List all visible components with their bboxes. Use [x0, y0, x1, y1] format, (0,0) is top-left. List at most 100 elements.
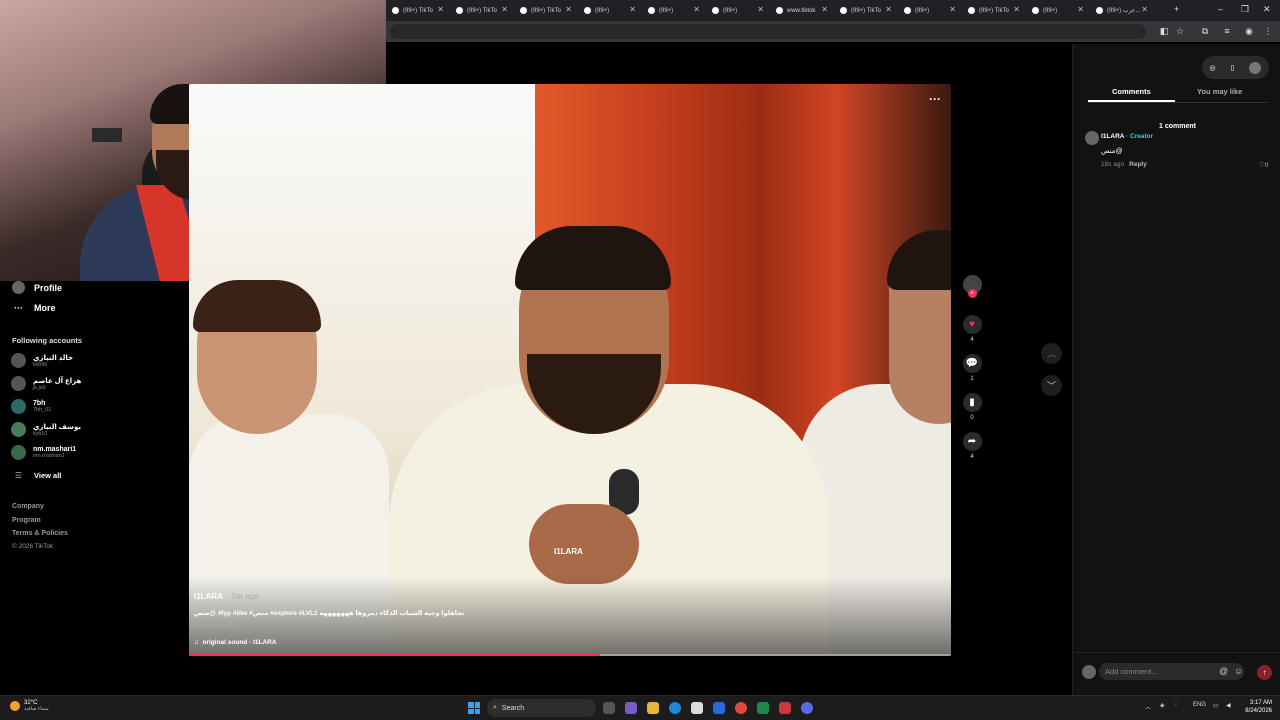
video-watermark: I1LARA [554, 547, 583, 556]
account-item[interactable]: يوسف النيازي liyb10 [11, 422, 81, 437]
next-video-button[interactable]: ﹀ [1041, 375, 1062, 396]
mail-icon[interactable] [713, 702, 725, 714]
browser-tab[interactable]: (99+) TikTo ✕ [962, 0, 1026, 21]
translate-icon[interactable]: ◧ [1159, 26, 1169, 36]
browser-tab[interactable]: (99+) TikTo ✕ [450, 0, 514, 21]
close-tab-icon[interactable]: ✕ [821, 5, 828, 14]
list-icon: ☰ [14, 471, 23, 480]
tab-you-may-like[interactable]: You may like [1197, 87, 1242, 96]
tiktok-icon [520, 7, 527, 14]
browser-tab[interactable]: (99+) TikTo ✕ [386, 0, 450, 21]
close-tab-icon[interactable]: ✕ [501, 5, 508, 14]
commenter-avatar[interactable] [1085, 131, 1099, 145]
share-button[interactable]: ➦ 4 [962, 432, 982, 460]
comment-like-button[interactable]: ♡0 [1259, 161, 1268, 169]
tray-chevron-icon[interactable]: ︿ [1145, 702, 1151, 711]
browser-tab[interactable]: (99+) عرب... ✕ [1090, 0, 1154, 21]
store-icon[interactable] [691, 702, 703, 714]
close-tab-icon[interactable]: ✕ [757, 5, 764, 14]
close-tab-icon[interactable]: ✕ [629, 5, 636, 14]
browser-tab[interactable]: www.tiktok ✕ [770, 0, 834, 21]
close-tab-icon[interactable]: ✕ [565, 5, 572, 14]
taskbar-search[interactable]: ⌕ Search [487, 699, 596, 717]
browser-tab[interactable]: (99+) TikTo ✕ [834, 0, 898, 21]
tab-comments[interactable]: Comments [1112, 87, 1151, 96]
footer-company[interactable]: Company [12, 503, 44, 510]
nav-profile[interactable]: Profile [12, 281, 62, 294]
account-handle: likb96 [33, 361, 48, 368]
send-button[interactable]: ↑ [1257, 665, 1272, 680]
taskbar-clock[interactable]: 3:17 AM 8/24/2026 [1240, 699, 1272, 715]
bookmark-star-icon[interactable]: ☆ [1175, 26, 1185, 36]
start-button[interactable] [468, 702, 480, 714]
account-item[interactable]: 7bh 7bh_01 [11, 399, 51, 414]
browser-tab[interactable]: (99+) ✕ [898, 0, 962, 21]
close-tab-icon[interactable]: ✕ [1141, 5, 1148, 14]
nav-more[interactable]: ··· More [12, 303, 56, 313]
emoji-icon[interactable]: ☺ [1234, 666, 1243, 676]
heart-icon: ♥ [962, 315, 982, 334]
view-all-link[interactable]: ☰ View all [12, 471, 61, 480]
account-item[interactable]: هزاع آل عاصم jk.js9 [11, 376, 81, 391]
comment-time: 18s ago [1101, 161, 1125, 168]
edge-icon[interactable] [669, 702, 681, 714]
video-progress-bar[interactable] [189, 654, 951, 656]
new-tab-button[interactable]: + [1174, 4, 1179, 14]
close-tab-icon[interactable]: ✕ [949, 5, 956, 14]
previous-video-button[interactable]: ︿ [1041, 343, 1062, 364]
reply-button[interactable]: Reply [1129, 161, 1147, 168]
video-player[interactable]: I1LARA ··· I1LARA · 5m ago منص@ #fyp #lik… [189, 84, 951, 656]
more-options-icon[interactable]: ··· [929, 92, 941, 106]
video-author[interactable]: I1LARA [194, 592, 223, 601]
tray-app-icon[interactable]: ◈ [1160, 702, 1165, 709]
user-avatar-icon[interactable] [1249, 61, 1262, 74]
weather-widget[interactable]: 32°C سماء صافية [10, 700, 49, 712]
discord-icon[interactable] [801, 702, 813, 714]
browser-tab[interactable]: (99+) ✕ [642, 0, 706, 21]
excel-icon[interactable] [757, 702, 769, 714]
file-explorer-icon[interactable] [647, 702, 659, 714]
chrome-icon[interactable] [735, 702, 747, 714]
browser-tab[interactable]: (99+) ✕ [578, 0, 642, 21]
follow-plus-icon[interactable]: + [967, 289, 977, 298]
video-sound[interactable]: ♫ original sound · I1LARA [194, 639, 277, 646]
footer-terms[interactable]: Terms & Policies [12, 530, 68, 537]
task-view-icon[interactable] [603, 702, 615, 714]
close-window-button[interactable]: ✕ [1263, 4, 1271, 15]
minimize-button[interactable]: – [1218, 4, 1223, 14]
close-tab-icon[interactable]: ✕ [437, 5, 444, 14]
volume-icon[interactable]: ◀ [1226, 702, 1231, 709]
device-icon[interactable]: ▯ [1231, 64, 1235, 72]
creator-avatar-button[interactable]: + [962, 275, 982, 298]
close-tab-icon[interactable]: ✕ [885, 5, 892, 14]
commenter-name[interactable]: I1LARA · Creator [1101, 133, 1153, 140]
mention-icon[interactable]: @ [1219, 666, 1228, 676]
maximize-button[interactable]: ❐ [1241, 4, 1249, 15]
browser-tab[interactable]: (99+) TikTo ✕ [514, 0, 578, 21]
tray-mic-icon[interactable]: ◦ [1175, 702, 1177, 708]
browser-tab[interactable]: (99+) ✕ [706, 0, 770, 21]
account-name: خالد النيازي [33, 354, 74, 362]
tab-label: (99+) [1043, 7, 1058, 14]
menu-icon[interactable]: ⋮ [1263, 26, 1273, 36]
save-button[interactable]: ▮ 0 [962, 393, 982, 421]
app-icon[interactable] [625, 702, 637, 714]
browser-tab[interactable]: (99+) ✕ [1026, 0, 1090, 21]
close-tab-icon[interactable]: ✕ [693, 5, 700, 14]
close-tab-icon[interactable]: ✕ [1077, 5, 1084, 14]
media-icon[interactable]: ≡ [1222, 26, 1232, 36]
close-tab-icon[interactable]: ✕ [1013, 5, 1020, 14]
see-translation-link[interactable]: See translation [194, 623, 237, 630]
footer-program[interactable]: Program [12, 517, 41, 524]
app-icon[interactable] [779, 702, 791, 714]
account-item[interactable]: nm.mashari1 nm.mashari1 [11, 445, 76, 460]
url-field[interactable] [390, 24, 1146, 39]
profile-icon[interactable]: ◉ [1244, 26, 1254, 36]
network-icon[interactable]: ▭ [1213, 702, 1219, 709]
like-button[interactable]: ♥ 4 [962, 315, 982, 343]
settings-icon[interactable]: ◎ [1210, 64, 1216, 72]
language-indicator[interactable]: ENG [1193, 702, 1206, 708]
comment-button[interactable]: 💬 1 [962, 354, 982, 382]
extensions-icon[interactable]: ⧉ [1200, 26, 1210, 36]
account-item[interactable]: خالد النيازي likb96 [11, 353, 73, 368]
